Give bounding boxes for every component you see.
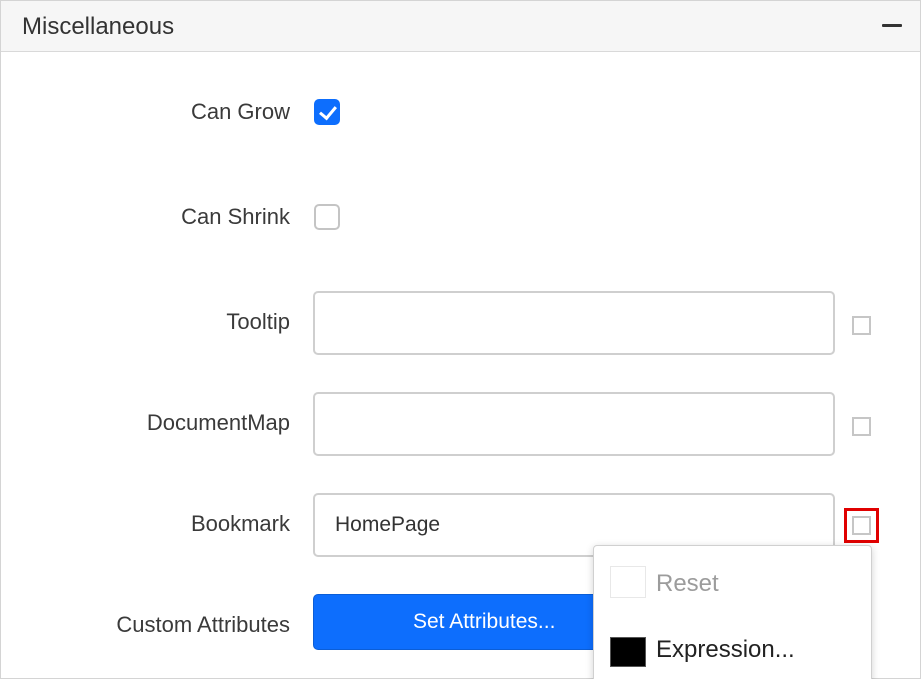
miscellaneous-panel: Miscellaneous Can Grow Can Shrink Toolti… xyxy=(0,0,921,679)
menu-item-reset[interactable]: Reset xyxy=(594,554,873,612)
panel-title: Miscellaneous xyxy=(22,13,175,40)
bookmark-label: Bookmark xyxy=(190,511,290,536)
can-grow-label: Can Grow xyxy=(190,99,290,124)
can-shrink-checkbox[interactable] xyxy=(314,204,340,230)
menu-item-expression-label: Expression... xyxy=(656,636,795,663)
reset-swatch-icon xyxy=(610,566,646,598)
tooltip-label: Tooltip xyxy=(226,309,290,334)
custom-attributes-label: Custom Attributes xyxy=(116,612,290,637)
bookmark-expression-toggle[interactable] xyxy=(852,516,871,535)
can-grow-checkbox[interactable] xyxy=(314,99,340,125)
menu-item-reset-label: Reset xyxy=(656,570,719,597)
expression-context-menu: Reset Expression... xyxy=(593,545,872,679)
collapse-icon[interactable] xyxy=(882,24,902,27)
document-map-input[interactable] xyxy=(313,392,835,456)
tooltip-input[interactable] xyxy=(313,291,835,355)
can-shrink-label: Can Shrink xyxy=(181,204,290,229)
document-map-label: DocumentMap xyxy=(146,410,290,435)
document-map-expression-toggle[interactable] xyxy=(852,417,871,436)
menu-item-expression[interactable]: Expression... xyxy=(594,620,873,678)
expression-swatch-icon xyxy=(610,637,646,667)
tooltip-expression-toggle[interactable] xyxy=(852,316,871,335)
panel-header[interactable]: Miscellaneous xyxy=(1,1,920,52)
